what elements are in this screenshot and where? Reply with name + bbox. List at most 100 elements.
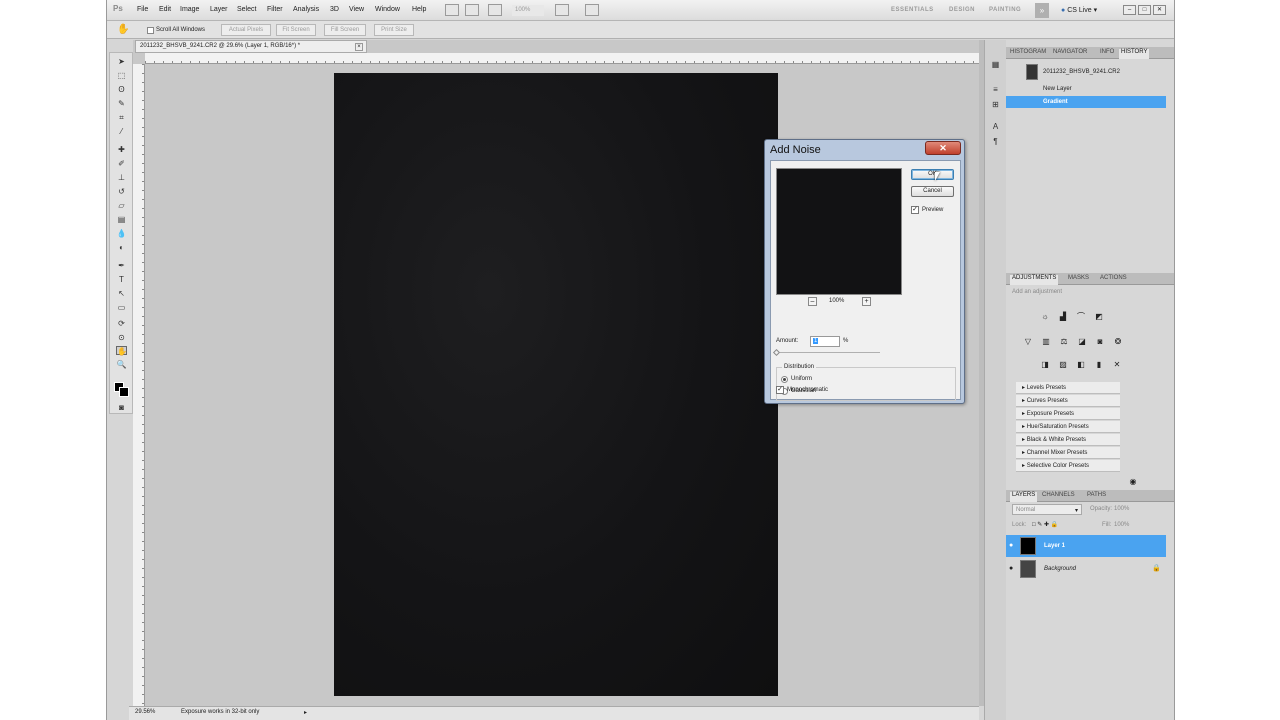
character-panel-icon[interactable]: A <box>990 122 1001 131</box>
bridge-icon[interactable] <box>445 4 459 16</box>
workspace-more-icon[interactable]: » <box>1035 3 1049 18</box>
gradient-tool-icon[interactable]: ▤ <box>116 215 127 224</box>
filter-preview[interactable] <box>776 168 902 295</box>
workspace-design[interactable]: DESIGN <box>949 7 975 13</box>
dialog-close-button[interactable]: ✕ <box>925 141 961 155</box>
dodge-tool-icon[interactable]: ◐ <box>116 243 127 252</box>
3d-rotate-tool-icon[interactable]: ⟳ <box>116 319 127 328</box>
type-tool-icon[interactable]: T <box>116 275 127 284</box>
close-document-icon[interactable]: × <box>355 43 363 51</box>
move-tool-icon[interactable]: ➤ <box>116 57 127 66</box>
menu-window[interactable]: Window <box>375 6 400 13</box>
blend-mode-select[interactable]: Normal ▾ <box>1012 504 1082 515</box>
preview-checkbox[interactable]: ✓ <box>911 206 919 214</box>
workspace-painting[interactable]: PAINTING <box>989 7 1021 13</box>
hand-tool-icon[interactable]: ✋ <box>116 346 127 356</box>
ok-button[interactable]: OK <box>911 169 954 180</box>
zoom-out-button[interactable]: – <box>808 297 817 306</box>
status-menu-arrow-icon[interactable]: ▸ <box>304 709 307 716</box>
cs-live-menu[interactable]: ● CS Live ▾ <box>1061 6 1097 14</box>
maximize-button[interactable]: □ <box>1138 5 1151 15</box>
path-select-tool-icon[interactable]: ↖ <box>116 289 127 298</box>
preset-item[interactable]: ▸ Levels Presets <box>1016 382 1120 394</box>
fill-value[interactable]: 100% <box>1114 522 1129 528</box>
amount-slider-thumb[interactable] <box>772 348 781 357</box>
levels-icon[interactable]: ▟ <box>1058 312 1068 321</box>
menu-help[interactable]: Help <box>412 6 426 13</box>
quick-select-tool-icon[interactable]: ✎ <box>116 99 127 108</box>
posterize-icon[interactable]: ▨ <box>1058 360 1068 369</box>
history-item-active[interactable]: Gradient <box>1006 96 1166 108</box>
print-size-button[interactable]: Print Size <box>374 24 414 36</box>
minibridge-icon[interactable] <box>465 4 479 16</box>
menu-file[interactable]: File <box>137 6 148 13</box>
menu-edit[interactable]: Edit <box>159 6 171 13</box>
quick-mask-icon[interactable]: ◙ <box>116 403 127 412</box>
invert-icon[interactable]: ◨ <box>1040 360 1050 369</box>
minimize-button[interactable]: – <box>1123 5 1136 15</box>
clone-source-panel-icon[interactable]: ⊞ <box>990 100 1001 109</box>
preset-item[interactable]: ▸ Selective Color Presets <box>1016 460 1120 472</box>
clone-stamp-tool-icon[interactable]: ⊥ <box>116 173 127 182</box>
exposure-icon[interactable]: ◩ <box>1094 312 1104 321</box>
brushes-panel-icon[interactable]: ≡ <box>990 85 1001 94</box>
pen-tool-icon[interactable]: ✒ <box>116 261 127 270</box>
eyedropper-tool-icon[interactable]: ⁄ <box>116 127 127 136</box>
cancel-button[interactable]: Cancel <box>911 186 954 197</box>
preset-item[interactable]: ▸ Channel Mixer Presets <box>1016 447 1120 459</box>
shape-tool-icon[interactable]: ▭ <box>116 303 127 312</box>
menu-filter[interactable]: Filter <box>267 6 283 13</box>
preset-item[interactable]: ▸ Hue/Saturation Presets <box>1016 421 1120 433</box>
menu-3d[interactable]: 3D <box>330 6 339 13</box>
visibility-eye-icon[interactable]: ● <box>1009 558 1013 580</box>
history-snapshot[interactable]: 2011232_BHSVB_9241.CR2 <box>1006 64 1166 80</box>
color-balance-icon[interactable]: ⚖ <box>1059 337 1069 346</box>
marquee-tool-icon[interactable]: ⬚ <box>116 71 127 80</box>
workspace-essentials[interactable]: ESSENTIALS <box>891 7 934 13</box>
photo-filter-icon[interactable]: ◙ <box>1095 337 1105 346</box>
zoom-tool-icon[interactable]: 🔍 <box>116 360 127 369</box>
channel-mixer-icon[interactable]: ❂ <box>1113 337 1123 346</box>
tab-adjustments[interactable]: ADJUSTMENTS <box>1010 275 1059 285</box>
zoom-in-button[interactable]: + <box>862 297 871 306</box>
gradient-map-icon[interactable]: ▮ <box>1094 360 1104 369</box>
black-white-icon[interactable]: ◪ <box>1077 337 1087 346</box>
preset-item[interactable]: ▸ Exposure Presets <box>1016 408 1120 420</box>
tab-actions[interactable]: ACTIONS <box>1100 275 1127 281</box>
visibility-eye-icon[interactable]: ● <box>1009 535 1013 557</box>
preset-item[interactable]: ▸ Curves Presets <box>1016 395 1120 407</box>
history-item[interactable]: New Layer <box>1006 83 1166 95</box>
tab-history[interactable]: HISTORY <box>1119 49 1150 59</box>
selective-color-icon[interactable]: ✕ <box>1112 360 1122 369</box>
monochromatic-checkbox[interactable]: ✓ <box>776 386 784 394</box>
tab-info[interactable]: INFO <box>1100 49 1114 55</box>
layer-row-active[interactable]: ● Layer 1 <box>1006 535 1166 557</box>
new-adjustment-layer-icon[interactable]: ◉ <box>1128 477 1138 486</box>
screen-mode-icon[interactable] <box>585 4 599 16</box>
curves-icon[interactable]: ⌒ <box>1076 312 1086 321</box>
layer-row[interactable]: ● Background 🔒 <box>1006 558 1166 580</box>
3d-orbit-tool-icon[interactable]: ⊙ <box>116 333 127 342</box>
opacity-value[interactable]: 100% <box>1114 506 1129 512</box>
fit-screen-button[interactable]: Fit Screen <box>276 24 316 36</box>
menu-analysis[interactable]: Analysis <box>293 6 319 13</box>
arrange-documents-icon[interactable] <box>555 4 569 16</box>
document-tab[interactable]: 2011232_BHSVB_9241.CR2 @ 29.6% (Layer 1,… <box>135 40 367 53</box>
menu-image[interactable]: Image <box>180 6 199 13</box>
uniform-radio[interactable] <box>781 376 788 383</box>
close-app-button[interactable]: ✕ <box>1153 5 1166 15</box>
blur-tool-icon[interactable]: 💧 <box>116 229 127 238</box>
amount-input[interactable]: 1 <box>810 336 840 347</box>
threshold-icon[interactable]: ◧ <box>1076 360 1086 369</box>
fill-screen-button[interactable]: Fill Screen <box>324 24 366 36</box>
preset-item[interactable]: ▸ Black & White Presets <box>1016 434 1120 446</box>
scroll-all-checkbox[interactable] <box>147 27 154 34</box>
crop-tool-icon[interactable]: ⌗ <box>116 113 127 122</box>
hue-saturation-icon[interactable]: ▥ <box>1041 337 1051 346</box>
healing-brush-tool-icon[interactable]: ✚ <box>116 145 127 154</box>
brightness-contrast-icon[interactable]: ☼ <box>1040 312 1050 321</box>
vibrance-icon[interactable]: ▽ <box>1023 337 1033 346</box>
zoom-percentage[interactable]: 29.56% <box>135 709 155 715</box>
tab-channels[interactable]: CHANNELS <box>1042 492 1075 498</box>
tab-paths[interactable]: PATHS <box>1087 492 1106 498</box>
